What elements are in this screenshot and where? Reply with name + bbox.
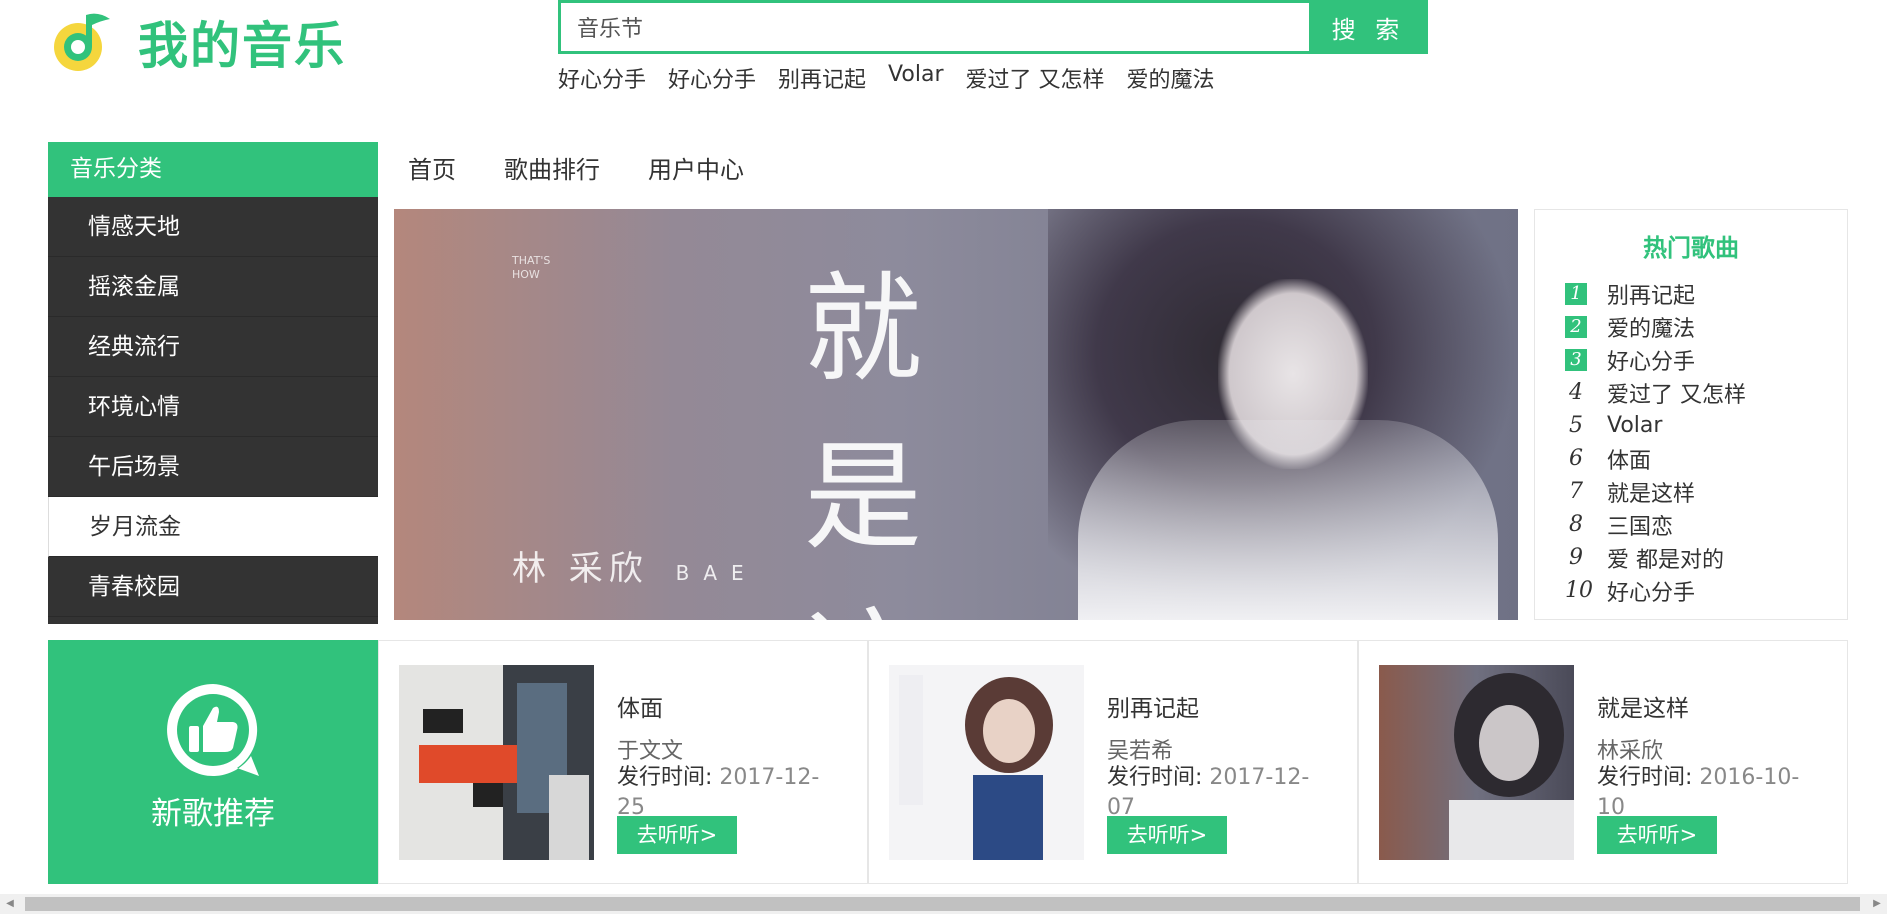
sidebar-item-classic-pop[interactable]: 经典流行	[48, 317, 378, 377]
logo[interactable]: 我的音乐	[48, 6, 346, 78]
hot-songs-title: 热门歌曲	[1643, 234, 1739, 262]
release-date: 发行时间: 2017-12-25	[617, 763, 847, 823]
scrollbar-thumb[interactable]	[25, 897, 1860, 911]
song-card: 体面 于文文 发行时间: 2017-12-25 去听听>	[378, 640, 868, 884]
song-title: 好心分手	[1607, 349, 1696, 375]
song-card: 就是这样 林采欣 发行时间: 2016-10-10 去听听>	[1358, 640, 1848, 884]
song-artist: 林采欣	[1597, 739, 1664, 764]
banner-title-line: 这样	[804, 581, 1004, 620]
rank-badge: 3	[1565, 348, 1587, 371]
sidebar-item-afternoon[interactable]: 午后场景	[48, 437, 378, 497]
release-date: 发行时间: 2017-12-07	[1107, 763, 1337, 823]
banner-artist-cn: 林 采欣	[512, 549, 649, 589]
listen-button[interactable]: 去听听>	[617, 816, 737, 854]
hot-word-link[interactable]: 好心分手	[558, 62, 646, 94]
hot-song-item[interactable]: 3 好心分手	[1565, 343, 1847, 376]
search-button[interactable]: 搜 索	[1309, 0, 1428, 54]
new-songs-label-box: 新歌推荐	[48, 640, 378, 884]
hot-word-link[interactable]: 别再记起	[778, 62, 866, 94]
rank-number: 8	[1569, 511, 1583, 537]
sidebar-item-ambient[interactable]: 环境心情	[48, 377, 378, 437]
horizontal-scrollbar[interactable]: ◀ ▶	[0, 894, 1887, 914]
rank-number: 4	[1569, 379, 1583, 405]
main-nav: 首页 歌曲排行 用户中心	[408, 150, 744, 185]
rank-number: 10	[1565, 577, 1593, 603]
song-title: 爱 都是对的	[1607, 547, 1724, 573]
hot-song-item[interactable]: 5 Volar	[1565, 409, 1847, 442]
sidebar-item-emotion[interactable]: 情感天地	[48, 197, 378, 257]
sidebar-item-golden-years[interactable]: 岁月流金	[48, 497, 378, 557]
rank-number: 6	[1569, 445, 1583, 471]
hot-songs-panel: 热门歌曲 1 别再记起 2 爱的魔法 3 好心分手 4 爱过了 又怎样 5 Volar 6…	[1534, 209, 1848, 620]
music-note-logo-icon	[54, 13, 110, 71]
song-title[interactable]: 就是这样	[1597, 689, 1689, 723]
rank-number: 9	[1569, 544, 1583, 570]
hot-songs-list: 1 别再记起 2 爱的魔法 3 好心分手 4 爱过了 又怎样 5 Volar 6 体面 7就…	[1535, 277, 1847, 607]
search-bar: 搜 索	[558, 0, 1428, 54]
hot-song-item[interactable]: 4 爱过了 又怎样	[1565, 376, 1847, 409]
hot-search-words: 好心分手 好心分手 别再记起 Volar 爱过了 又怎样 爱的魔法	[558, 62, 1215, 94]
banner-artist-name: 林 采欣 BAE	[512, 541, 758, 590]
listen-button[interactable]: 去听听>	[1597, 816, 1717, 854]
hot-song-item[interactable]: 6 体面	[1565, 442, 1847, 475]
song-title: 爱过了 又怎样	[1607, 382, 1746, 408]
new-songs-label: 新歌推荐	[151, 796, 275, 832]
new-songs-list: 体面 于文文 发行时间: 2017-12-25 去听听> 别再记起 吴若希 发行…	[378, 640, 1848, 884]
song-artist: 吴若希	[1107, 739, 1174, 764]
sidebar-title: 音乐分类	[48, 142, 378, 197]
thumbs-up-icon	[167, 684, 259, 776]
logo-text: 我的音乐	[138, 17, 346, 75]
category-sidebar: 音乐分类 情感天地 摇滚金属 经典流行 环境心情 午后场景 岁月流金 青春校园	[48, 142, 378, 624]
hot-song-item[interactable]: 9 爱 都是对的	[1565, 541, 1847, 574]
sidebar-item-rock[interactable]: 摇滚金属	[48, 257, 378, 317]
hot-word-link[interactable]: 爱过了 又怎样	[966, 62, 1105, 94]
hot-word-link[interactable]: 爱的魔法	[1127, 62, 1215, 94]
rank-badge: 2	[1565, 315, 1587, 338]
release-date: 发行时间: 2016-10-10	[1597, 763, 1827, 823]
rank-badge: 1	[1565, 282, 1587, 305]
scroll-left-arrow-icon[interactable]: ◀	[0, 894, 20, 914]
rank-number: 7	[1569, 478, 1583, 504]
song-artist: 于文文	[617, 739, 684, 764]
hot-song-item[interactable]: 7 就是这样	[1565, 475, 1847, 508]
release-date-label: 发行时间:	[1107, 765, 1203, 790]
listen-button[interactable]: 去听听>	[1107, 816, 1227, 854]
album-cover[interactable]	[399, 665, 594, 860]
banner-title-line: 就是	[804, 260, 923, 566]
hot-song-item[interactable]: 2 爱的魔法	[1565, 310, 1847, 343]
banner-artist-shirt	[1078, 420, 1498, 620]
song-card: 别再记起 吴若希 发行时间: 2017-12-07 去听听>	[868, 640, 1358, 884]
song-title[interactable]: 别再记起	[1107, 689, 1199, 723]
hot-song-item[interactable]: 10 好心分手	[1565, 574, 1847, 607]
hot-word-link[interactable]: 好心分手	[668, 62, 756, 94]
hot-word-link[interactable]: Volar	[888, 62, 943, 94]
song-title: 好心分手	[1607, 580, 1696, 606]
song-title: Volar	[1607, 413, 1663, 438]
sidebar-item-campus[interactable]: 青春校园	[48, 557, 378, 617]
album-cover[interactable]	[889, 665, 1084, 860]
banner-title: 就是 这样	[804, 245, 1004, 620]
song-title[interactable]: 体面	[617, 689, 663, 723]
song-title: 体面	[1607, 448, 1652, 474]
banner-carousel[interactable]: THAT'S HOW 就是 这样 林 采欣 BAE	[394, 209, 1518, 620]
scroll-right-arrow-icon[interactable]: ▶	[1867, 894, 1887, 914]
hot-song-item[interactable]: 8 三国恋	[1565, 508, 1847, 541]
release-date-label: 发行时间:	[1597, 765, 1693, 790]
song-title: 爱的魔法	[1607, 316, 1696, 342]
search-input[interactable]	[558, 0, 1330, 54]
song-title: 就是这样	[1607, 481, 1696, 507]
nav-user-center[interactable]: 用户中心	[648, 150, 744, 185]
song-title: 三国恋	[1607, 514, 1674, 540]
release-date-label: 发行时间:	[617, 765, 713, 790]
banner-tag: THAT'S HOW	[512, 254, 551, 281]
nav-home[interactable]: 首页	[408, 150, 456, 185]
song-title: 别再记起	[1607, 283, 1696, 309]
banner-artist-en: BAE	[675, 561, 758, 585]
album-cover[interactable]	[1379, 665, 1574, 860]
hot-song-item[interactable]: 1 别再记起	[1565, 277, 1847, 310]
rank-number: 5	[1569, 412, 1583, 438]
nav-song-ranking[interactable]: 歌曲排行	[504, 150, 600, 185]
